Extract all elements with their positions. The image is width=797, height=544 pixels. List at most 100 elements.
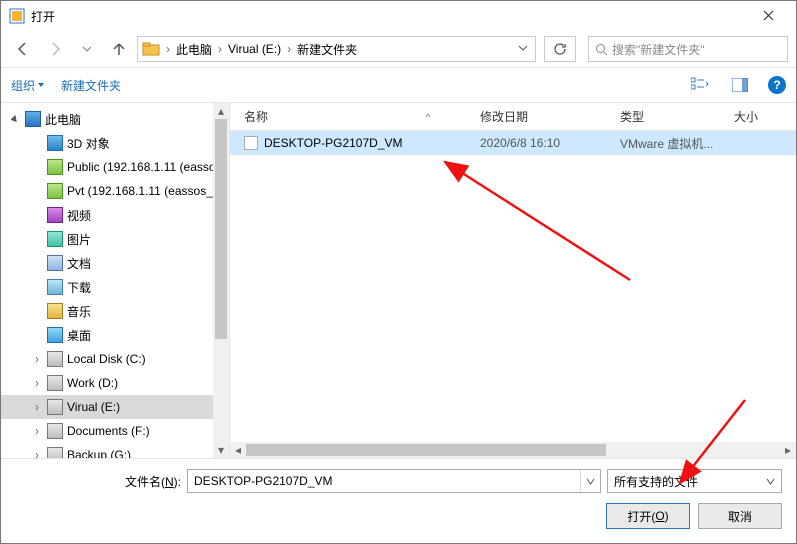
scroll-down-icon[interactable]: ▾ (213, 442, 229, 458)
organize-menu[interactable]: 组织 (11, 77, 45, 94)
network-folder-icon (47, 183, 63, 199)
expand-icon[interactable]: › (31, 376, 43, 390)
tree-item-3d[interactable]: ·3D 对象 (1, 131, 229, 155)
drive-icon (47, 351, 63, 367)
new-folder-button[interactable]: 新建文件夹 (61, 77, 121, 94)
expand-icon[interactable]: › (31, 352, 43, 366)
tree-this-pc[interactable]: 此电脑 (1, 107, 229, 131)
tree-label: 此电脑 (45, 111, 81, 128)
file-type-filter[interactable]: 所有支持的文件 (607, 469, 782, 493)
tree-item-pictures[interactable]: ·图片 (1, 227, 229, 251)
filter-label: 所有支持的文件 (614, 473, 698, 490)
tree-item-pvt[interactable]: ·Pvt (192.168.1.11 (eassos_ (1, 179, 229, 203)
expand-icon[interactable]: › (31, 448, 43, 458)
sidebar: 此电脑 ·3D 对象 ·Public (192.168.1.11 (eassos… (1, 103, 230, 458)
tree-item-public[interactable]: ·Public (192.168.1.11 (eassos (1, 155, 229, 179)
tree-item-drive-g[interactable]: › Backup (G:) (1, 443, 229, 458)
crumb-drive[interactable]: Virual (E:) (224, 42, 285, 56)
scroll-thumb[interactable] (246, 444, 606, 456)
sidebar-scrollbar[interactable]: ▴ ▾ (213, 103, 229, 458)
collapse-icon[interactable] (9, 115, 21, 124)
drive-icon (47, 447, 63, 458)
file-hscrollbar[interactable]: ◂ ▸ (230, 442, 796, 458)
tree-item-drive-d[interactable]: ›Work (D:) (1, 371, 229, 395)
window-title: 打开 (31, 8, 748, 25)
col-type[interactable]: 类型 (620, 108, 730, 125)
footer: 文件名(N): 所有支持的文件 打开(O) 取消 (1, 458, 796, 543)
file-pane: 名称^ 修改日期 类型 大小 DESKTOP-PG2107D_VM 2020/6… (230, 103, 796, 458)
col-size[interactable]: 大小 (730, 108, 796, 125)
tree-item-downloads[interactable]: ·下载 (1, 275, 229, 299)
scroll-up-icon[interactable]: ▴ (213, 103, 229, 119)
crumb-this-pc[interactable]: 此电脑 (172, 41, 216, 58)
col-date[interactable]: 修改日期 (480, 108, 620, 125)
tree-item-drive-f[interactable]: › Documents (F:) (1, 419, 229, 443)
tree-item-documents[interactable]: ·文档 (1, 251, 229, 275)
up-button[interactable] (105, 37, 133, 61)
drive-icon (47, 423, 63, 439)
tree-label: Virual (E:) (67, 400, 120, 414)
open-button[interactable]: 打开(O) (606, 503, 690, 529)
tree-item-drive-c[interactable]: › Local Disk (C:) (1, 347, 229, 371)
sort-asc-icon: ^ (426, 112, 430, 122)
tree-label: Backup (G:) (67, 448, 131, 458)
filename-input[interactable] (188, 470, 580, 492)
close-button[interactable] (748, 8, 788, 24)
filename-dropdown[interactable] (580, 470, 600, 492)
forward-button[interactable] (41, 37, 69, 61)
tree-label: 文档 (67, 255, 91, 272)
expand-icon[interactable]: › (31, 400, 43, 414)
network-folder-icon (47, 159, 63, 175)
file-row[interactable]: DESKTOP-PG2107D_VM 2020/6/8 16:10 VMware… (230, 131, 796, 155)
desktop-icon (47, 327, 63, 343)
help-button[interactable]: ? (768, 76, 786, 94)
drive-icon (47, 375, 63, 391)
file-list[interactable]: DESKTOP-PG2107D_VM 2020/6/8 16:10 VMware… (230, 131, 796, 442)
nav-row: › 此电脑 › Virual (E:) › 新建文件夹 搜索"新建文件夹" (1, 31, 796, 67)
tree-item-desktop[interactable]: ·桌面 (1, 323, 229, 347)
filename-input-wrap (187, 469, 601, 493)
tree-item-music[interactable]: ·音乐 (1, 299, 229, 323)
refresh-button[interactable] (544, 36, 576, 62)
filename-label: 文件名(N): (11, 473, 181, 490)
document-icon (47, 255, 63, 271)
recent-dropdown[interactable] (73, 37, 101, 61)
file-icon (244, 136, 258, 150)
search-input[interactable]: 搜索"新建文件夹" (588, 36, 788, 62)
file-type: VMware 虚拟机... (620, 135, 740, 152)
tree-item-drive-e[interactable]: › Virual (E:) (1, 395, 229, 419)
tree-label: Pvt (192.168.1.11 (eassos_ (67, 184, 213, 198)
download-icon (47, 279, 63, 295)
toolbar: 组织 新建文件夹 ? (1, 67, 796, 103)
scroll-right-icon[interactable]: ▸ (780, 443, 796, 457)
scroll-thumb[interactable] (215, 119, 227, 339)
file-date: 2020/6/8 16:10 (480, 136, 620, 150)
breadcrumb-bar[interactable]: › 此电脑 › Virual (E:) › 新建文件夹 (137, 36, 536, 62)
scroll-left-icon[interactable]: ◂ (230, 443, 246, 457)
cancel-button[interactable]: 取消 (698, 503, 782, 529)
chevron-right-icon[interactable]: › (285, 42, 293, 56)
tree-item-videos[interactable]: ·视频 (1, 203, 229, 227)
tree-label: 视频 (67, 207, 91, 224)
tree-label: Documents (F:) (67, 424, 150, 438)
this-pc-icon (25, 111, 41, 127)
music-icon (47, 303, 63, 319)
search-icon (595, 43, 608, 56)
column-headers: 名称^ 修改日期 类型 大小 (230, 103, 796, 131)
breadcrumb-dropdown[interactable] (511, 42, 535, 56)
chevron-right-icon[interactable]: › (216, 42, 224, 56)
file-name: DESKTOP-PG2107D_VM (264, 136, 403, 150)
tree: 此电脑 ·3D 对象 ·Public (192.168.1.11 (eassos… (1, 103, 229, 458)
preview-pane-button[interactable] (728, 73, 752, 97)
cube-icon (47, 135, 63, 151)
crumb-folder[interactable]: 新建文件夹 (293, 41, 361, 58)
image-icon (47, 231, 63, 247)
view-mode-button[interactable] (688, 73, 712, 97)
tree-label: Local Disk (C:) (67, 352, 146, 366)
expand-icon[interactable]: › (31, 424, 43, 438)
back-button[interactable] (9, 37, 37, 61)
chevron-down-icon (766, 477, 775, 486)
tree-label: 下载 (67, 279, 91, 296)
col-name[interactable]: 名称^ (230, 108, 480, 125)
chevron-right-icon[interactable]: › (164, 42, 172, 56)
